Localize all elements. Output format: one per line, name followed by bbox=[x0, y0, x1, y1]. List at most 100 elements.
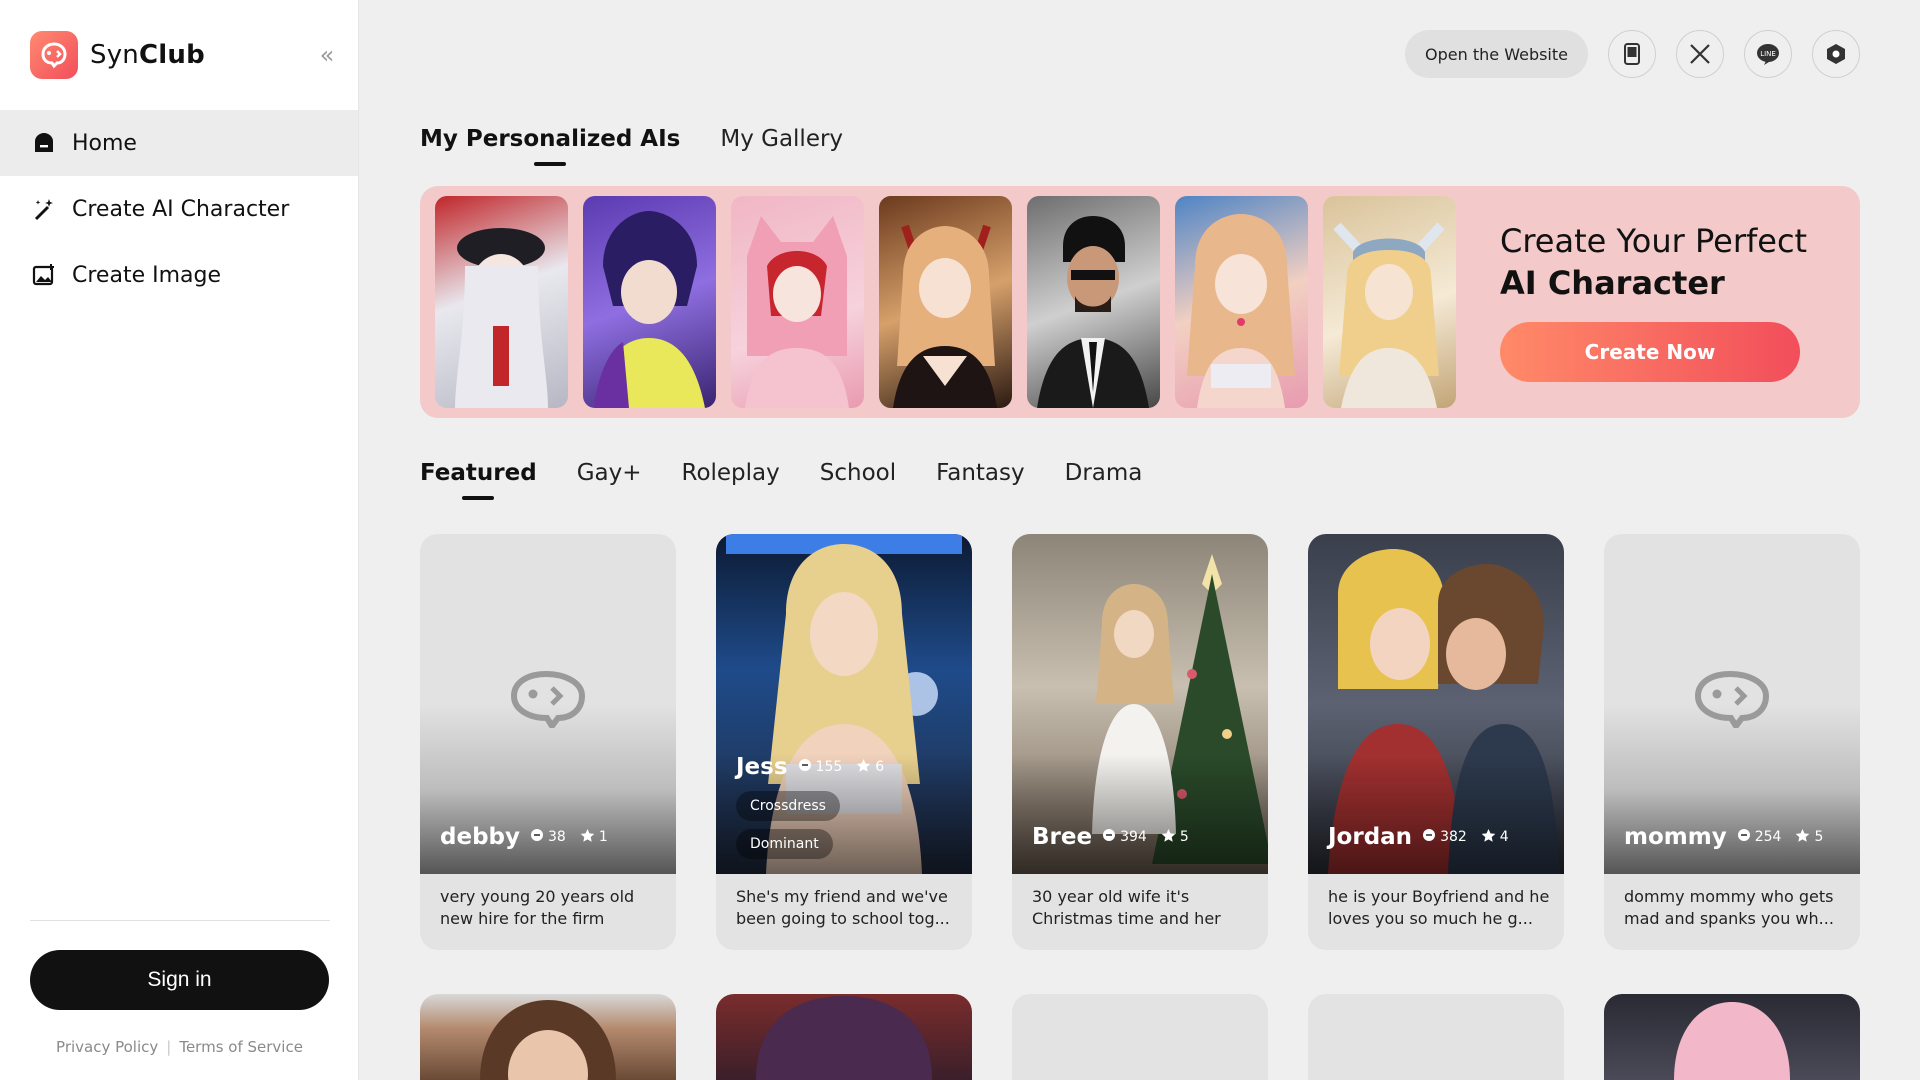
sidebar-nav: Home Create AI Character Create Image bbox=[0, 110, 358, 308]
star-count: 4 bbox=[1499, 829, 1509, 845]
character-card-stats: Jess 155 6 bbox=[736, 754, 892, 780]
character-card[interactable] bbox=[1604, 994, 1860, 1080]
top-bar: Open the Website LINE bbox=[1405, 30, 1860, 78]
character-placeholder-image bbox=[1604, 534, 1860, 874]
tab-fantasy[interactable]: Fantasy bbox=[936, 460, 1025, 486]
star-count: 1 bbox=[598, 829, 608, 845]
sign-in-button[interactable]: Sign in bbox=[30, 950, 329, 1010]
magic-wand-icon bbox=[32, 197, 56, 221]
character-placeholder-image bbox=[420, 534, 676, 874]
character-name: Jordan bbox=[1328, 824, 1413, 850]
character-card-stats: mommy 254 5 bbox=[1624, 824, 1831, 850]
star-count: 5 bbox=[1179, 829, 1189, 845]
character-description: dommy mommy who gets mad and spanks you … bbox=[1624, 887, 1834, 928]
character-card-jordan[interactable]: Jordan 382 4 he is your Boyfriend and he… bbox=[1308, 534, 1564, 950]
brand-name: SynClub bbox=[90, 40, 205, 70]
placeholder-logo-icon bbox=[508, 668, 588, 732]
svg-text:LINE: LINE bbox=[1760, 50, 1776, 58]
sidebar-item-label: Home bbox=[72, 130, 137, 156]
star-count: 6 bbox=[875, 759, 885, 775]
sidebar-item-label: Create AI Character bbox=[72, 196, 290, 222]
home-icon bbox=[32, 131, 56, 155]
character-card-stats: Jordan 382 4 bbox=[1328, 824, 1517, 850]
main-content: Open the Website LINE My Personalized AI… bbox=[360, 0, 1920, 1080]
create-now-button[interactable]: Create Now bbox=[1500, 322, 1800, 382]
banner-character-image[interactable] bbox=[1175, 196, 1308, 408]
banner-title: Create Your Perfect AI Character bbox=[1500, 222, 1808, 302]
character-description: he is your Boyfriend and he loves you so… bbox=[1328, 887, 1550, 928]
character-card[interactable] bbox=[1012, 994, 1268, 1080]
character-card-jess[interactable]: Jess 155 6 Crossdress Dominant She's my … bbox=[716, 534, 972, 950]
character-name: Bree bbox=[1032, 824, 1093, 850]
star-icon bbox=[1481, 828, 1496, 847]
character-card[interactable] bbox=[716, 994, 972, 1080]
character-card-mommy[interactable]: mommy 254 5 dommy mommy who gets mad and… bbox=[1604, 534, 1860, 950]
character-name: debby bbox=[440, 824, 520, 850]
x-twitter-icon[interactable] bbox=[1676, 30, 1724, 78]
top-tabs: My Personalized AIs My Gallery bbox=[420, 126, 843, 152]
character-description: very young 20 years old new hire for the… bbox=[440, 887, 635, 928]
image-add-icon bbox=[32, 263, 56, 287]
create-character-banner: Create Your Perfect AI Character Create … bbox=[420, 186, 1860, 418]
collapse-sidebar-icon[interactable]: « bbox=[312, 40, 342, 70]
character-card-bree[interactable]: Bree 394 5 30 year old wife it's Christm… bbox=[1012, 534, 1268, 950]
chat-count-icon bbox=[1422, 828, 1436, 846]
star-icon bbox=[1795, 828, 1810, 847]
banner-character-gallery bbox=[435, 196, 1456, 408]
line-icon[interactable]: LINE bbox=[1744, 30, 1792, 78]
tab-drama[interactable]: Drama bbox=[1065, 460, 1143, 486]
privacy-policy-link[interactable]: Privacy Policy bbox=[56, 1038, 158, 1056]
banner-character-image[interactable] bbox=[435, 196, 568, 408]
character-card[interactable] bbox=[1308, 994, 1564, 1080]
chat-count: 155 bbox=[815, 759, 843, 775]
banner-character-image[interactable] bbox=[1027, 196, 1160, 408]
banner-character-image[interactable] bbox=[731, 196, 864, 408]
star-icon bbox=[580, 828, 595, 847]
card-gradient bbox=[1308, 754, 1564, 874]
chat-count: 38 bbox=[547, 829, 566, 845]
star-icon bbox=[1161, 828, 1176, 847]
character-card-stats: debby 38 1 bbox=[440, 824, 616, 850]
sidebar-item-create-ai-character[interactable]: Create AI Character bbox=[0, 176, 358, 242]
banner-character-image[interactable] bbox=[879, 196, 1012, 408]
chat-count-icon bbox=[1737, 828, 1751, 846]
star-icon bbox=[856, 758, 871, 777]
character-card[interactable] bbox=[420, 994, 676, 1080]
category-tabs: Featured Gay+ Roleplay School Fantasy Dr… bbox=[420, 460, 1142, 486]
character-description: She's my friend and we've been going to … bbox=[736, 887, 950, 928]
legal-links: Privacy Policy | Terms of Service bbox=[56, 1038, 303, 1056]
sidebar-item-create-image[interactable]: Create Image bbox=[0, 242, 358, 308]
character-card-stats: Bree 394 5 bbox=[1032, 824, 1197, 850]
tab-my-gallery[interactable]: My Gallery bbox=[720, 126, 843, 152]
chat-count: 254 bbox=[1754, 829, 1782, 845]
placeholder-logo-icon bbox=[1692, 668, 1772, 732]
brand[interactable]: SynClub bbox=[30, 30, 205, 80]
character-tag[interactable]: Dominant bbox=[736, 829, 833, 859]
chat-count-icon bbox=[1102, 828, 1116, 846]
terms-of-service-link[interactable]: Terms of Service bbox=[179, 1038, 303, 1056]
banner-character-image[interactable] bbox=[1323, 196, 1456, 408]
character-card-debby[interactable]: debby 38 1 very young 20 years old new h… bbox=[420, 534, 676, 950]
hexagon-icon[interactable] bbox=[1812, 30, 1860, 78]
tab-gay-plus[interactable]: Gay+ bbox=[577, 460, 642, 486]
sidebar-item-label: Create Image bbox=[72, 262, 221, 288]
banner-character-image[interactable] bbox=[583, 196, 716, 408]
open-website-button[interactable]: Open the Website bbox=[1405, 30, 1588, 78]
mobile-icon[interactable] bbox=[1608, 30, 1656, 78]
chat-count-icon bbox=[798, 758, 812, 776]
character-description: 30 year old wife it's Christmas time and… bbox=[1032, 887, 1221, 928]
chat-count: 394 bbox=[1120, 829, 1147, 845]
tab-my-personalized-ais[interactable]: My Personalized AIs bbox=[420, 126, 680, 152]
tab-roleplay[interactable]: Roleplay bbox=[682, 460, 780, 486]
tab-featured[interactable]: Featured bbox=[420, 460, 537, 486]
character-card-grid: debby 38 1 very young 20 years old new h… bbox=[420, 534, 1860, 950]
chat-count: 382 bbox=[1440, 829, 1467, 845]
star-count: 5 bbox=[1814, 829, 1824, 845]
sidebar-divider bbox=[30, 920, 330, 921]
sidebar-item-home[interactable]: Home bbox=[0, 110, 358, 176]
card-gradient bbox=[1012, 754, 1268, 874]
character-card-grid-row-2 bbox=[420, 994, 1860, 1080]
character-tag[interactable]: Crossdress bbox=[736, 791, 840, 821]
tab-school[interactable]: School bbox=[820, 460, 896, 486]
character-name: Jess bbox=[736, 754, 788, 780]
